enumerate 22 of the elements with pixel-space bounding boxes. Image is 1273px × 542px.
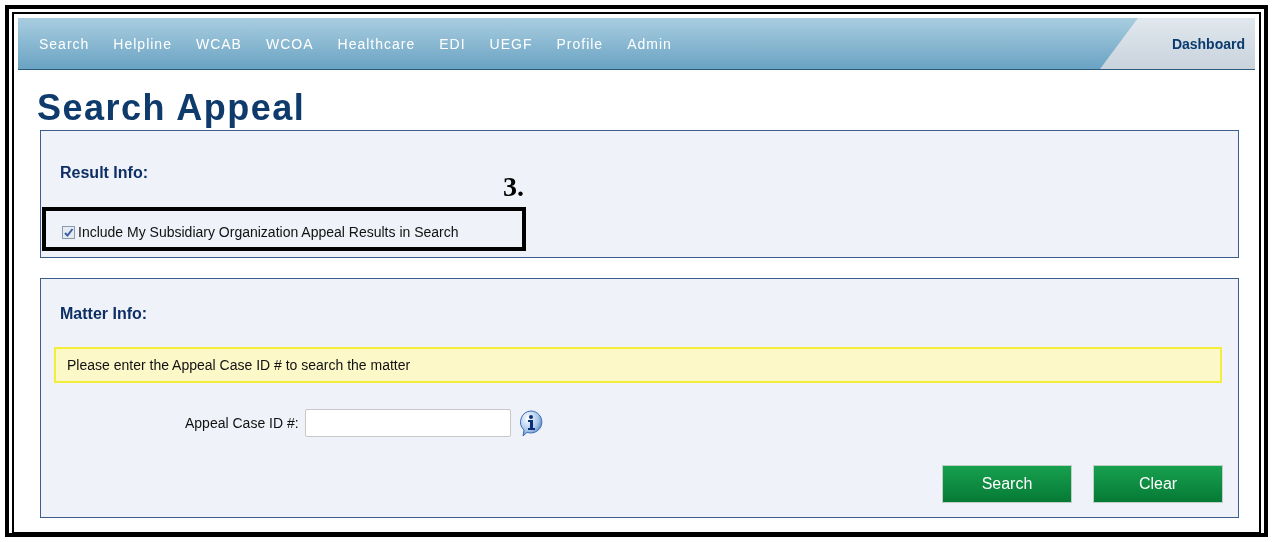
appeal-case-id-field[interactable] — [304, 409, 511, 437]
action-button[interactable]: Search — [942, 465, 1072, 503]
nav-link[interactable]: Profile — [556, 35, 604, 52]
checkbox-label: Include My Subsidiary Organization Appeal Results in Search — [78, 224, 459, 240]
checkbox[interactable] — [62, 225, 75, 239]
section-heading: Result Info: — [60, 164, 148, 182]
page-title: Search Appeal — [37, 88, 307, 128]
nav-link[interactable]: Admin — [627, 35, 672, 52]
nav-link[interactable]: Helpline — [113, 35, 172, 52]
dashboard-link[interactable]: Dashboard — [1171, 35, 1245, 52]
dashboard-tab[interactable]: Dashboard — [1100, 18, 1255, 69]
field-label: Appeal Case ID #: — [185, 415, 299, 431]
nav-link[interactable]: Search — [39, 35, 90, 52]
info-notice: Please enter the Appeal Case ID # to search the matter — [54, 347, 1222, 383]
nav-link[interactable]: WCAB — [195, 35, 242, 52]
section-heading: Matter Info: — [60, 305, 148, 323]
nav-link[interactable]: EDI — [439, 35, 466, 52]
nav-link[interactable]: UEGF — [489, 35, 533, 52]
action-button[interactable]: Clear — [1093, 465, 1223, 503]
nav-link[interactable]: WCOA — [265, 35, 314, 52]
annotation-number: 3. — [503, 171, 524, 203]
nav-link[interactable]: Healthcare — [337, 35, 416, 52]
